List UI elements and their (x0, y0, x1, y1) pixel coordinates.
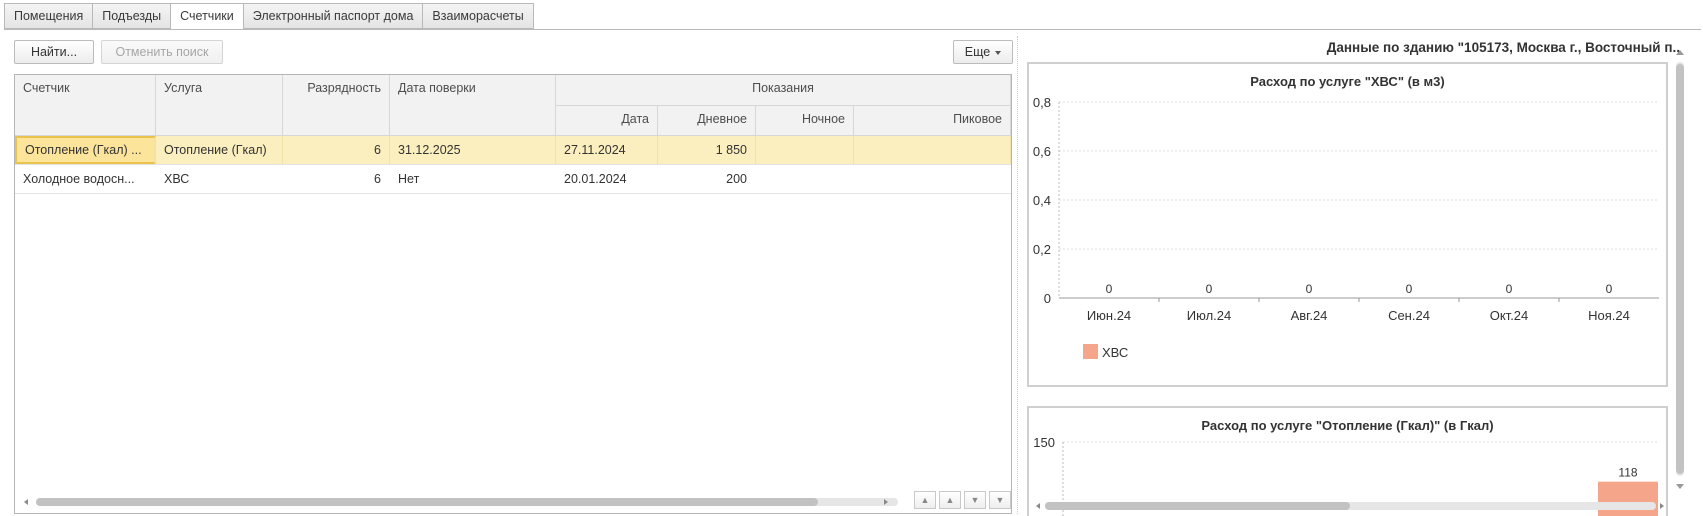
header-peak[interactable]: Пиковое (854, 106, 1011, 136)
more-button-label: Еще (964, 45, 991, 59)
legend-label: ХВС (1102, 345, 1128, 360)
x-tick-label: Окт.24 (1490, 308, 1529, 323)
cell-date[interactable]: 20.01.2024 (556, 165, 658, 193)
chart-cold-water-plot: 0 0,2 0,4 0,6 0,8 0 Июн.24 0 Июл.24 0 Авг.24 0 Сен.2… (1033, 95, 1659, 360)
panel-splitter[interactable] (1017, 36, 1018, 514)
prev-row-button[interactable]: ▲ (939, 491, 961, 509)
table-horizontal-scrollbar[interactable] (36, 498, 898, 506)
x-tick-label: Ноя.24 (1588, 308, 1630, 323)
tab-bar: Помещения Подъезды Счетчики Электронный … (4, 3, 534, 30)
charts-scroll-thumb[interactable] (1676, 64, 1684, 474)
header-day[interactable]: Дневное (658, 106, 756, 136)
table-row[interactable]: Отопление (Гкал) ... Отопление (Гкал) 6 … (15, 136, 1011, 165)
cell-day[interactable]: 200 (658, 165, 756, 193)
table-scroll-thumb[interactable] (36, 498, 818, 506)
charts-vertical-scrollbar[interactable] (1676, 62, 1684, 476)
cell-meter[interactable]: Холодное водосн... (15, 165, 156, 193)
header-digits[interactable]: Разрядность (283, 75, 390, 136)
header-date[interactable]: Дата (556, 106, 658, 136)
y-tick-label: 0,6 (1033, 144, 1051, 159)
cell-night[interactable] (756, 136, 854, 164)
tab-electronic-passport[interactable]: Электронный паспорт дома (242, 3, 423, 29)
cell-digits[interactable]: 6 (283, 136, 390, 164)
tab-settlements[interactable]: Взаиморасчеты (422, 3, 534, 29)
cell-check-date[interactable]: Нет (390, 165, 556, 193)
x-tick-label: Авг.24 (1291, 308, 1328, 323)
cell-check-date[interactable]: 31.12.2025 (390, 136, 556, 164)
meters-table: Счетчик Услуга Разрядность Дата поверки … (14, 74, 1012, 514)
y-tick-label: 0,2 (1033, 242, 1051, 257)
cell-day[interactable]: 1 850 (658, 136, 756, 164)
chevron-down-icon (995, 50, 1002, 55)
bar (1598, 481, 1658, 516)
scroll-up-icon[interactable] (1676, 50, 1684, 55)
scroll-down-icon[interactable] (1676, 484, 1684, 489)
tab-divider (4, 29, 1701, 30)
tab-premises[interactable]: Помещения (4, 3, 93, 29)
data-label: 0 (1206, 282, 1213, 296)
scroll-right-icon[interactable] (884, 499, 888, 505)
header-readings: Показания (556, 75, 1011, 106)
cell-meter[interactable]: Отопление (Гкал) ... (15, 136, 156, 164)
chart-heating: Расход по услуге "Отопление (Гкал)" (в Г… (1027, 406, 1668, 516)
chart-cold-water: Расход по услуге "ХВС" (в м3) 0 0,2 0,4 0,6… (1027, 62, 1668, 387)
y-tick-label: 0,4 (1033, 193, 1051, 208)
cell-service[interactable]: Отопление (Гкал) (156, 136, 283, 164)
y-tick-label: 0 (1044, 291, 1051, 306)
next-row-button[interactable]: ▼ (964, 491, 986, 509)
cell-digits[interactable]: 6 (283, 165, 390, 193)
more-button[interactable]: Еще (953, 40, 1013, 64)
header-night[interactable]: Ночное (756, 106, 854, 136)
data-label: 0 (1106, 282, 1113, 296)
legend-swatch (1083, 344, 1098, 359)
charts-scroll-right-icon[interactable] (1660, 503, 1664, 509)
table-row[interactable]: Холодное водосн... ХВС 6 Нет 20.01.2024 … (15, 165, 1011, 194)
cell-service[interactable]: ХВС (156, 165, 283, 193)
x-tick-label: Сен.24 (1388, 308, 1430, 323)
last-row-button[interactable]: ▼ (989, 491, 1011, 509)
first-row-button[interactable]: ▲ (914, 491, 936, 509)
y-tick-label: 0,8 (1033, 95, 1051, 110)
y-tick-label: 150 (1033, 435, 1055, 450)
building-data-title: Данные по зданию "105173, Москва г., Вос… (1326, 40, 1680, 55)
cell-peak[interactable] (854, 136, 1011, 164)
charts-scroll-left-icon[interactable] (1036, 503, 1040, 509)
x-tick-label: Июн.24 (1087, 308, 1131, 323)
header-service[interactable]: Услуга (156, 75, 283, 136)
x-tick-label: Июл.24 (1187, 308, 1231, 323)
header-check-date[interactable]: Дата поверки (390, 75, 556, 136)
data-label: 0 (1506, 282, 1513, 296)
header-meter[interactable]: Счетчик (15, 75, 156, 136)
cell-night[interactable] (756, 165, 854, 193)
data-label: 0 (1406, 282, 1413, 296)
tab-meters[interactable]: Счетчики (170, 3, 243, 30)
data-label: 118 (1618, 466, 1637, 480)
scroll-left-icon[interactable] (24, 499, 28, 505)
charts-hscroll-thumb[interactable] (1045, 502, 1350, 510)
cell-peak[interactable] (854, 165, 1011, 193)
data-label: 0 (1606, 282, 1613, 296)
charts-horizontal-scrollbar[interactable] (1045, 502, 1656, 510)
data-label: 0 (1306, 282, 1313, 296)
tab-entrances[interactable]: Подъезды (92, 3, 171, 29)
chart-heating-plot: 150 118 (1033, 435, 1659, 516)
cell-date[interactable]: 27.11.2024 (556, 136, 658, 164)
find-button[interactable]: Найти... (14, 40, 94, 64)
cancel-search-button[interactable]: Отменить поиск (101, 40, 223, 64)
